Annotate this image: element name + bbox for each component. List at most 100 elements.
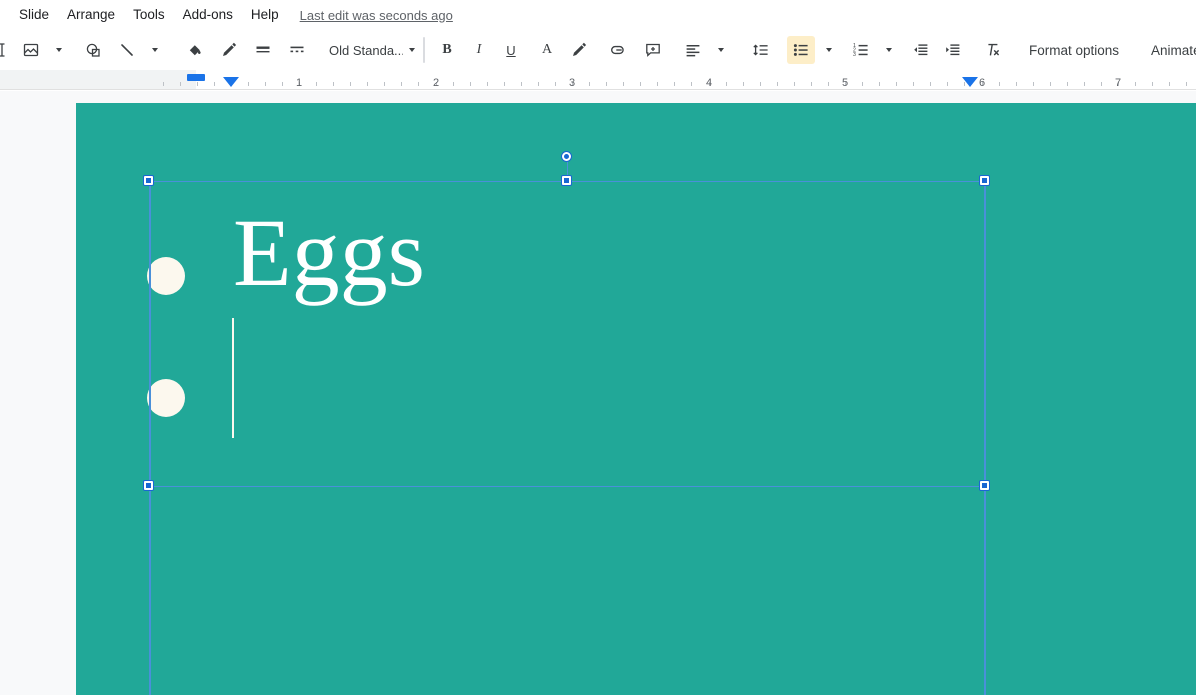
ruler-tick	[1033, 82, 1034, 86]
toolbar: Old Standa... − 54 + B I U A	[0, 30, 1196, 70]
ruler-tick	[930, 82, 931, 86]
slide-workspace[interactable]: Eggs	[0, 91, 1196, 695]
ruler-tick	[265, 82, 266, 86]
ruler-tick	[896, 82, 897, 86]
decrease-font-size-button[interactable]: −	[424, 38, 425, 62]
ruler-tick	[589, 82, 590, 86]
menu-item-help[interactable]: Help	[242, 3, 288, 27]
menu-item-addons[interactable]: Add-ons	[174, 3, 242, 27]
bulleted-list-button[interactable]	[787, 36, 815, 64]
ruler-tick	[487, 82, 488, 86]
ruler-tick	[197, 82, 198, 86]
align-caret-icon[interactable]	[707, 36, 735, 64]
font-family-label: Old Standa...	[329, 42, 403, 58]
text-cursor-icon[interactable]	[0, 36, 13, 64]
ruler-tick	[470, 82, 471, 86]
resize-handle-top-right[interactable]	[980, 176, 989, 185]
underline-button[interactable]: U	[497, 36, 525, 64]
ruler-tick	[401, 82, 402, 86]
font-family-selector[interactable]: Old Standa...	[323, 36, 419, 64]
menu-item-tools[interactable]: Tools	[124, 3, 174, 27]
resize-handle-bottom-left[interactable]	[144, 481, 153, 490]
font-size-stepper[interactable]: − 54 +	[423, 37, 425, 63]
text-color-button[interactable]: A	[533, 36, 561, 64]
ruler-tick	[1067, 82, 1068, 86]
text-insertion-caret	[232, 318, 234, 438]
line-spacing-icon[interactable]	[747, 36, 775, 64]
decrease-indent-button[interactable]	[907, 36, 935, 64]
svg-text:3: 3	[853, 52, 856, 58]
ruler-tick	[743, 82, 744, 86]
increase-indent-button[interactable]	[939, 36, 967, 64]
ruler-tick	[691, 82, 692, 86]
ruler-tick	[811, 82, 812, 86]
image-icon[interactable]	[17, 36, 45, 64]
slide-canvas[interactable]: Eggs	[76, 103, 1196, 695]
ruler-tick	[384, 82, 385, 86]
resize-handle-top-center[interactable]	[562, 176, 571, 185]
image-options-caret-icon[interactable]	[45, 36, 73, 64]
align-icon[interactable]	[679, 36, 707, 64]
ruler-number: 3	[568, 77, 576, 89]
ruler-tick	[282, 82, 283, 86]
insert-comment-icon[interactable]	[639, 36, 667, 64]
ruler-tick	[999, 82, 1000, 86]
ruler-tick	[657, 82, 658, 86]
ruler-tick	[350, 82, 351, 86]
right-indent-marker[interactable]	[962, 77, 978, 87]
ruler[interactable]: 1 2 3 4 5 6 7	[0, 70, 1196, 90]
ruler-tick	[777, 82, 778, 86]
ruler-tick	[879, 82, 880, 86]
italic-button[interactable]: I	[465, 36, 493, 64]
menu-item-arrange[interactable]: Arrange	[58, 3, 124, 27]
ruler-tick	[180, 82, 181, 86]
rotation-handle[interactable]	[562, 152, 571, 161]
border-weight-icon[interactable]	[249, 36, 277, 64]
menu-item-slide[interactable]: Slide	[10, 3, 58, 27]
line-icon[interactable]	[113, 36, 141, 64]
ruler-tick	[418, 82, 419, 86]
resize-handle-top-left[interactable]	[144, 176, 153, 185]
ruler-tick	[606, 82, 607, 86]
bulleted-list-caret-icon[interactable]	[815, 36, 843, 64]
resize-handle-bottom-right[interactable]	[980, 481, 989, 490]
slide-title-text[interactable]: Eggs	[233, 205, 425, 301]
insert-link-icon[interactable]	[605, 36, 633, 64]
shape-icon[interactable]	[79, 36, 107, 64]
fill-color-icon[interactable]	[181, 36, 209, 64]
ruler-tick	[1050, 82, 1051, 86]
first-line-indent-marker[interactable]	[223, 77, 239, 87]
ruler-tick	[913, 82, 914, 86]
ruler-tick	[453, 82, 454, 86]
ruler-tick	[504, 82, 505, 86]
ruler-tick	[555, 82, 556, 86]
format-options-button[interactable]: Format options	[1019, 36, 1129, 64]
ruler-tick	[367, 82, 368, 86]
left-indent-marker[interactable]	[187, 74, 205, 81]
ruler-tick	[794, 82, 795, 86]
ruler-tick	[1186, 82, 1187, 86]
selection-right-edge	[984, 181, 986, 695]
ruler-tick	[674, 82, 675, 86]
ruler-tick	[248, 82, 249, 86]
highlight-color-icon[interactable]	[565, 36, 593, 64]
ruler-tick	[1101, 82, 1102, 86]
ruler-tick	[726, 82, 727, 86]
last-edit-status[interactable]: Last edit was seconds ago	[300, 8, 453, 23]
animate-button[interactable]: Animate	[1141, 36, 1196, 64]
border-dash-icon[interactable]	[283, 36, 311, 64]
ruler-tick	[214, 82, 215, 86]
clear-formatting-icon[interactable]	[979, 36, 1007, 64]
numbered-list-caret-icon[interactable]	[875, 36, 903, 64]
ruler-tick	[1169, 82, 1170, 86]
ruler-tick	[623, 82, 624, 86]
ruler-track[interactable]: 1 2 3 4 5 6 7	[0, 70, 1196, 90]
border-color-icon[interactable]	[215, 36, 243, 64]
ruler-number: 6	[978, 77, 986, 89]
line-options-caret-icon[interactable]	[141, 36, 169, 64]
numbered-list-button[interactable]: 1 2 3	[847, 36, 875, 64]
ruler-number: 1	[295, 77, 303, 89]
font-family-caret-icon	[409, 48, 415, 52]
bold-button[interactable]: B	[433, 36, 461, 64]
ruler-tick	[1016, 82, 1017, 86]
